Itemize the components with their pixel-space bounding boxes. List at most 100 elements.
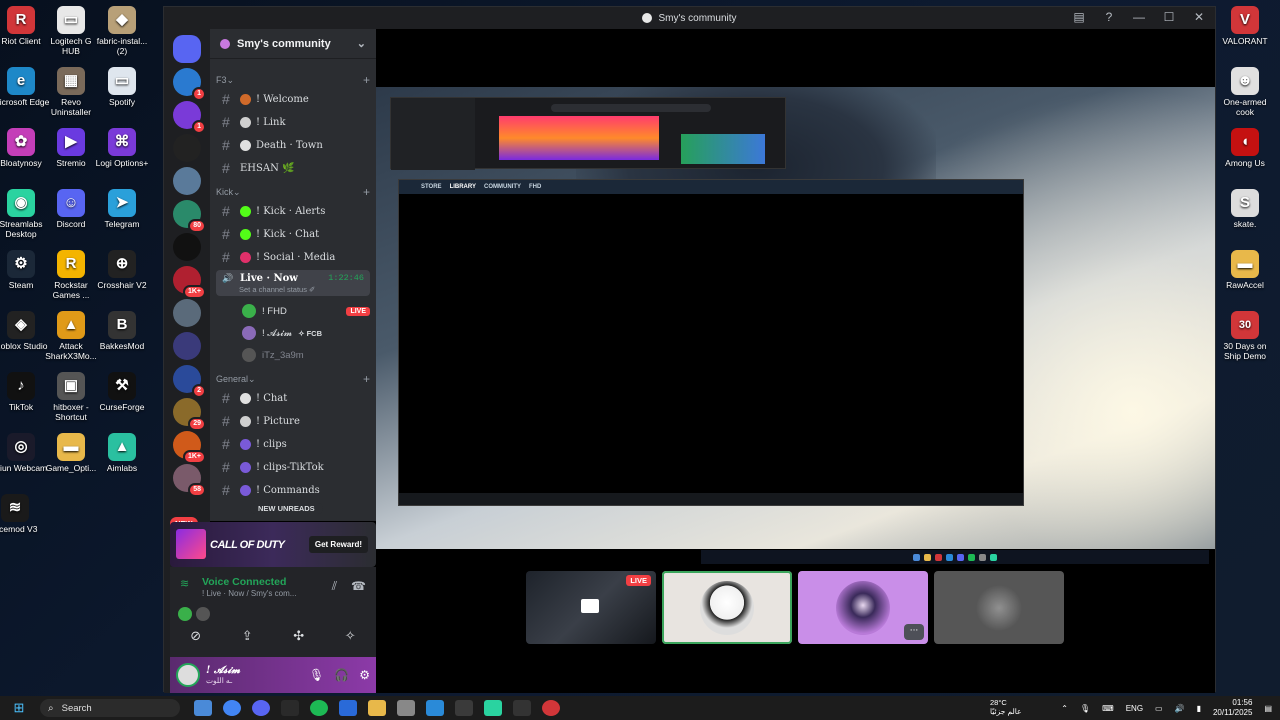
- text-channel[interactable]: # ! clips: [216, 434, 370, 454]
- participant-tile[interactable]: [662, 571, 792, 644]
- terminal-icon[interactable]: [455, 700, 473, 716]
- keyboard-icon[interactable]: ⌨: [1102, 704, 1114, 713]
- text-channel[interactable]: # ! Social · Media: [216, 247, 370, 267]
- more-options-button[interactable]: ···: [904, 624, 924, 640]
- discord-icon[interactable]: [252, 700, 270, 716]
- desktop-shortcut[interactable]: ⚒ CurseForge: [93, 372, 151, 413]
- camera-off-icon[interactable]: ⊘: [190, 629, 201, 644]
- server-icon[interactable]: 1K+: [173, 431, 206, 464]
- channel-category[interactable]: F3 ⌄ +: [216, 73, 370, 87]
- server-icon[interactable]: 1K+: [173, 266, 206, 299]
- noise-suppression-icon[interactable]: ⫽: [332, 579, 337, 594]
- server-icon[interactable]: [173, 134, 201, 162]
- desktop-shortcut[interactable]: ▦ Revo Uninstaller: [42, 67, 100, 118]
- desktop-shortcut[interactable]: ≋ oicemod V3: [0, 494, 44, 535]
- server-icon[interactable]: [173, 233, 201, 261]
- help-icon[interactable]: ?: [1101, 10, 1117, 24]
- minimize-button[interactable]: —: [1131, 10, 1147, 24]
- chrome-icon[interactable]: [223, 700, 241, 716]
- desktop-shortcut[interactable]: ◆ fabric-instal... (2): [93, 6, 151, 57]
- add-channel-icon[interactable]: +: [363, 73, 370, 87]
- voice-user[interactable]: ! FHD LIVE: [242, 302, 370, 320]
- battery-icon[interactable]: ▮: [1197, 704, 1201, 713]
- stream-view[interactable]: STORE LIBRARY COMMUNITY FHD LIVE ···: [376, 29, 1215, 693]
- window-titlebar[interactable]: Smy's community ▤ ? — ☐ ✕: [164, 7, 1215, 29]
- desktop-shortcut[interactable]: ▶ Stremio: [42, 128, 100, 169]
- text-channel[interactable]: # ! Kick · Alerts: [216, 201, 370, 221]
- participant-tile[interactable]: ···: [798, 571, 928, 644]
- text-channel[interactable]: # ! Link: [216, 112, 370, 132]
- voice-user[interactable]: iTz_3a9m: [242, 346, 370, 364]
- server-icon[interactable]: 80: [173, 200, 206, 233]
- desktop-shortcut[interactable]: B BakkesMod: [93, 311, 151, 352]
- discord-home-icon[interactable]: [173, 35, 201, 63]
- add-channel-icon[interactable]: +: [363, 372, 370, 386]
- screen-share-stage[interactable]: STORE LIBRARY COMMUNITY FHD: [376, 87, 1215, 549]
- server-icon[interactable]: 29: [173, 398, 206, 431]
- desktop-shortcut[interactable]: ➤ Telegram: [93, 189, 151, 230]
- stream-tile[interactable]: LIVE: [526, 571, 656, 644]
- notifications-icon[interactable]: ▤: [1264, 704, 1272, 713]
- windows-start-icon[interactable]: ⊞: [6, 700, 32, 716]
- new-unreads-banner[interactable]: NEW UNREADS: [250, 503, 323, 514]
- weather-widget[interactable]: 28°C عالم جزئيًا: [990, 698, 1022, 716]
- get-reward-button[interactable]: Get Reward!: [308, 536, 368, 553]
- desktop-shortcut[interactable]: ▬ Game_Opti...: [42, 433, 100, 474]
- maximize-button[interactable]: ☐: [1161, 10, 1177, 24]
- voice-channel-path[interactable]: ! Live · Now / Smy's com...: [202, 589, 296, 598]
- microphone-icon[interactable]: 🎙: [309, 668, 324, 682]
- server-icon[interactable]: 58: [173, 464, 206, 497]
- desktop-shortcut[interactable]: ☻ One-armed cook: [1216, 67, 1274, 118]
- desktop-shortcut[interactable]: ◖ Among Us: [1216, 128, 1274, 169]
- voice-status[interactable]: Voice Connected: [202, 576, 286, 588]
- avatar[interactable]: [196, 607, 210, 621]
- desktop-shortcut[interactable]: ▬ RawAccel: [1216, 250, 1274, 291]
- desktop-shortcut[interactable]: ⌘ Logi Options+: [93, 128, 151, 169]
- desktop-shortcut[interactable]: Sskate.: [1216, 189, 1274, 230]
- signal-icon[interactable]: ≋: [180, 577, 189, 590]
- disconnect-icon[interactable]: ☎: [351, 579, 366, 594]
- screen-share-icon[interactable]: ⇪: [242, 629, 253, 644]
- desktop-shortcut[interactable]: 30 30 Days on Ship Demo: [1216, 311, 1274, 362]
- server-icon[interactable]: 1: [173, 101, 206, 134]
- channel-category[interactable]: General ⌄ +: [216, 372, 370, 386]
- text-channel[interactable]: # ! Welcome: [216, 89, 370, 109]
- text-channel[interactable]: # ! clips-TikTok: [216, 457, 370, 477]
- text-channel[interactable]: # Death · Town: [216, 135, 370, 155]
- desktop-shortcut[interactable]: R Rockstar Games ...: [42, 250, 100, 301]
- desktop-shortcut[interactable]: ▣ hitboxer - Shortcut: [42, 372, 100, 423]
- server-icon[interactable]: [173, 299, 201, 327]
- server-icon[interactable]: 1: [173, 68, 206, 101]
- add-channel-icon[interactable]: +: [363, 185, 370, 199]
- volume-icon[interactable]: 🔊: [1175, 704, 1185, 713]
- taskbar-search[interactable]: ⌕ Search: [40, 699, 180, 717]
- soundboard-icon[interactable]: ✧: [345, 629, 356, 644]
- server-icon[interactable]: [173, 167, 201, 195]
- chevron-down-icon[interactable]: ⌄: [357, 37, 366, 50]
- spotify-icon[interactable]: [310, 700, 328, 716]
- desktop-shortcut[interactable]: ▭ Spotify: [93, 67, 151, 108]
- desktop-shortcut[interactable]: ▲ Aimlabs: [93, 433, 151, 474]
- activities-icon[interactable]: ✣: [293, 629, 304, 644]
- participant-tile[interactable]: [934, 571, 1064, 644]
- desktop-shortcut[interactable]: ☺ Discord: [42, 189, 100, 230]
- clock[interactable]: 01:56 20/11/2025: [1213, 698, 1252, 718]
- promo-banner[interactable]: CALL OF DUTY Get Reward!: [170, 522, 376, 567]
- teams-icon[interactable]: [339, 700, 357, 716]
- riot-client-icon[interactable]: [542, 700, 560, 716]
- channel-status[interactable]: Set a channel status ✐: [239, 285, 315, 294]
- widgets-icon[interactable]: [194, 700, 212, 716]
- server-icon[interactable]: [173, 332, 201, 360]
- text-channel[interactable]: # ! Picture: [216, 411, 370, 431]
- snipping-tool-icon[interactable]: [397, 700, 415, 716]
- text-channel[interactable]: # EHSAN 🌿: [216, 158, 370, 178]
- avatar[interactable]: [178, 607, 192, 621]
- language-indicator[interactable]: ENG: [1126, 704, 1143, 713]
- gear-icon[interactable]: ⚙: [359, 668, 370, 682]
- display-icon[interactable]: ▭: [1155, 704, 1163, 713]
- settings-icon[interactable]: [426, 700, 444, 716]
- epic-games-icon[interactable]: [513, 700, 531, 716]
- voice-channel[interactable]: 🔊 Live · Now 1:22:46 Set a channel status ✐: [216, 270, 370, 296]
- username[interactable]: ! 𝓐𝓼𝓲𝓶: [206, 665, 240, 676]
- avatar[interactable]: [176, 663, 200, 687]
